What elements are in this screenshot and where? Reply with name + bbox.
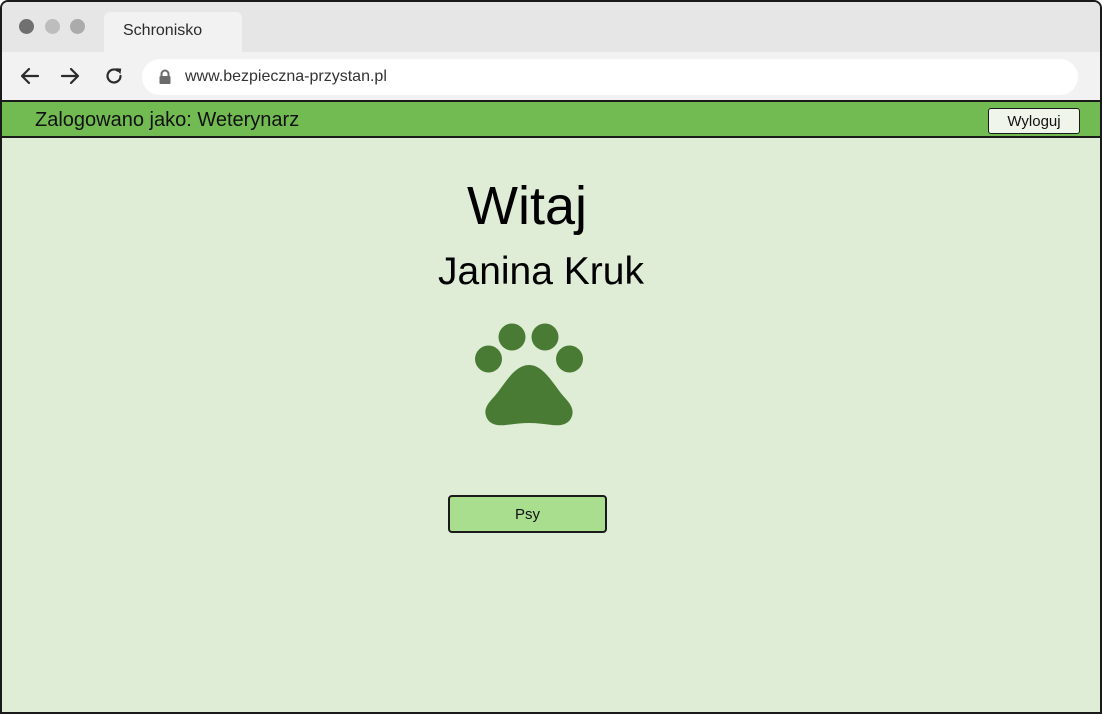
url-text: www.bezpieczna-przystan.pl	[185, 68, 387, 85]
reload-button[interactable]	[102, 64, 126, 88]
dogs-button[interactable]: Psy	[448, 495, 607, 533]
browser-toolbar: www.bezpieczna-przystan.pl	[2, 52, 1100, 100]
reload-icon	[106, 68, 122, 84]
tab-title: Schronisko	[123, 22, 203, 39]
user-header-bar: Zalogowano jako: Weterynarz Wyloguj	[2, 100, 1100, 138]
logged-in-role-label: Zalogowano jako: Weterynarz	[35, 109, 300, 131]
paw-icon	[475, 323, 583, 426]
user-name: Janina Kruk	[438, 250, 644, 293]
greeting-title: Witaj	[467, 176, 587, 236]
browser-tab[interactable]: Schronisko	[104, 12, 242, 52]
tab-strip: Schronisko	[2, 2, 1100, 52]
minimize-window-button[interactable]	[45, 19, 60, 34]
maximize-window-button[interactable]	[70, 19, 85, 34]
close-window-button[interactable]	[19, 19, 34, 34]
arrow-left-icon	[20, 67, 40, 85]
arrow-right-icon	[60, 67, 80, 85]
page-content: Zalogowano jako: Weterynarz Wyloguj Wita…	[2, 100, 1100, 712]
back-button[interactable]	[18, 64, 42, 88]
browser-window: Schronisko www.bezpieczna-przystan.pl Za…	[0, 0, 1102, 714]
lock-icon	[159, 69, 171, 84]
forward-button[interactable]	[58, 64, 82, 88]
logout-button[interactable]: Wyloguj	[988, 108, 1080, 134]
address-bar[interactable]: www.bezpieczna-przystan.pl	[142, 59, 1078, 95]
